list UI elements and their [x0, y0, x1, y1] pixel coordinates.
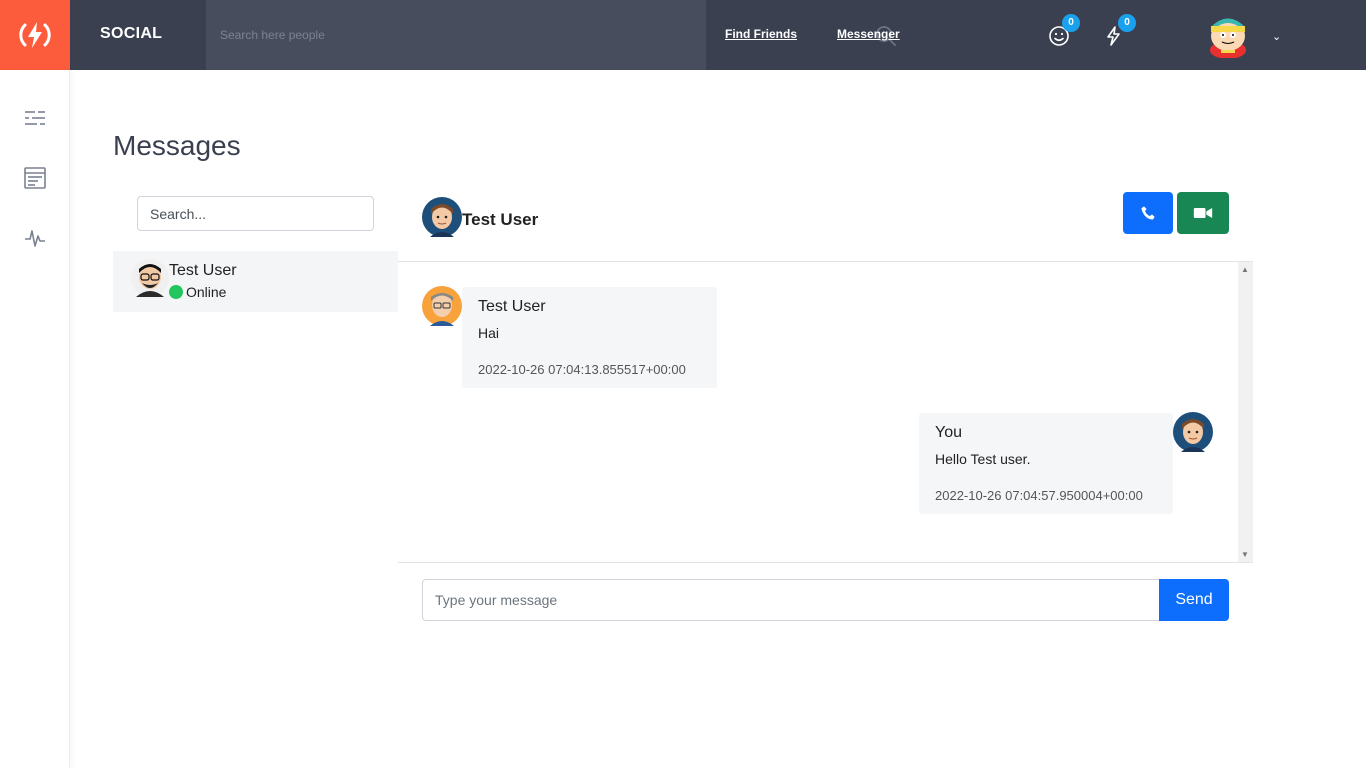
contact-item[interactable]: Test User Online — [113, 251, 398, 312]
chevron-down-icon[interactable]: ⌄ — [1272, 30, 1281, 43]
message-text: Hai — [478, 325, 500, 341]
message-text: Hello Test user. — [935, 451, 1031, 467]
online-status-dot — [169, 285, 183, 299]
news-feed-icon[interactable] — [23, 166, 47, 190]
video-camera-icon — [1193, 208, 1213, 218]
message-avatar — [1173, 412, 1213, 452]
contact-name: Test User — [169, 262, 237, 279]
people-search-input[interactable] — [206, 0, 666, 70]
message-input[interactable] — [422, 579, 1160, 621]
voice-call-button[interactable] — [1123, 192, 1173, 234]
chat-header-avatar — [422, 197, 462, 237]
send-button[interactable]: Send — [1159, 579, 1229, 621]
contact-avatar — [131, 259, 169, 297]
video-call-button[interactable] — [1177, 192, 1229, 234]
user-avatar[interactable] — [1205, 12, 1251, 58]
message-avatar — [422, 286, 462, 326]
chat-scrollbar[interactable]: ▲ ▼ — [1238, 262, 1253, 562]
friend-requests-badge: 0 — [1062, 14, 1080, 32]
notifications-badge: 0 — [1118, 14, 1136, 32]
nav-messenger[interactable]: Messenger — [837, 27, 900, 41]
message-time: 2022-10-26 07:04:13.855517+00:00 — [478, 362, 686, 377]
side-rail — [0, 70, 70, 768]
chat-header-name: Test User — [462, 210, 539, 229]
nav-find-friends[interactable]: Find Friends — [725, 27, 797, 41]
activity-icon[interactable] — [23, 226, 47, 250]
message-bubble-received: Test User Hai 2022-10-26 07:04:13.855517… — [462, 287, 717, 388]
contact-search-input[interactable] — [137, 196, 374, 231]
list-icon[interactable] — [23, 106, 47, 130]
message-sender: Test User — [478, 298, 546, 315]
scroll-up-arrow-icon[interactable]: ▲ — [1241, 265, 1249, 274]
logo[interactable] — [0, 0, 70, 70]
phone-icon — [1141, 206, 1155, 220]
brand-name[interactable]: SOCIAL — [100, 25, 162, 43]
chat-messages-area[interactable]: Test User Hai 2022-10-26 07:04:13.855517… — [398, 261, 1253, 563]
bolt-logo-icon — [19, 22, 51, 48]
page-title: Messages — [113, 130, 241, 161]
top-navbar: SOCIAL Find Friends Messenger 0 0 ⌄ — [0, 0, 1366, 70]
scroll-down-arrow-icon[interactable]: ▼ — [1241, 550, 1249, 559]
message-time: 2022-10-26 07:04:57.950004+00:00 — [935, 488, 1143, 503]
message-bubble-sent: You Hello Test user. 2022-10-26 07:04:57… — [919, 413, 1173, 514]
contact-status: Online — [186, 284, 227, 300]
people-search — [206, 0, 896, 70]
message-sender: You — [935, 424, 962, 441]
